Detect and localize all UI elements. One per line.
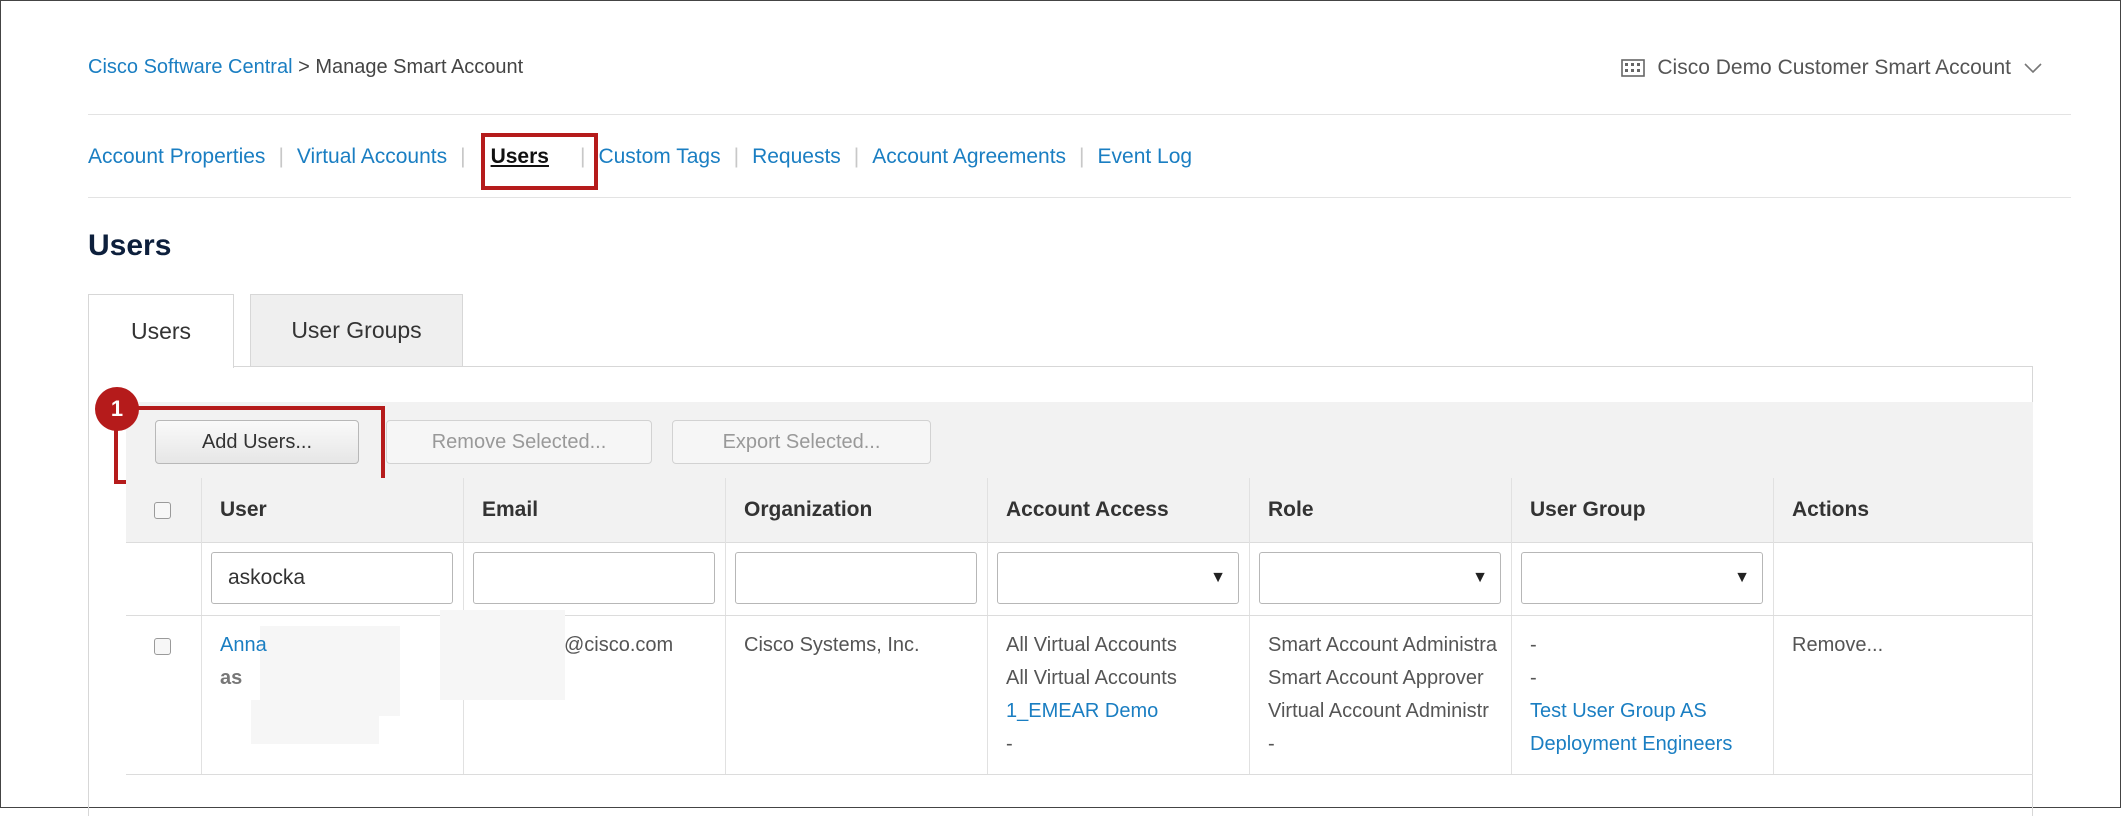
nav-separator: | <box>1079 145 1085 168</box>
email-cell: @cisco.com <box>564 634 674 656</box>
user-group-filter-select[interactable]: ▼ <box>1521 552 1763 604</box>
column-header-role[interactable]: Role <box>1268 478 1314 542</box>
user-group-link[interactable]: Test User Group AS <box>1530 695 1732 728</box>
role-item: Smart Account Approver <box>1268 667 1484 689</box>
select-all-checkbox[interactable] <box>154 502 171 519</box>
dropdown-arrow-icon: ▼ <box>1734 569 1750 586</box>
add-users-highlight <box>114 406 385 484</box>
access-item: All Virtual Accounts <box>1006 634 1177 656</box>
role-item: - <box>1268 733 1275 755</box>
nav-account-properties[interactable]: Account Properties <box>88 145 265 169</box>
column-header-organization[interactable]: Organization <box>744 478 872 542</box>
redaction-mask <box>251 700 379 744</box>
access-item: All Virtual Accounts <box>1006 667 1177 689</box>
column-header-user-group[interactable]: User Group <box>1530 478 1646 542</box>
nav-virtual-accounts[interactable]: Virtual Accounts <box>297 145 447 169</box>
redaction-mask <box>440 610 565 700</box>
smart-account-selector[interactable]: Cisco Demo Customer Smart Account <box>1621 56 2043 80</box>
building-icon <box>1621 59 1646 77</box>
role-item: Virtual Account Administr <box>1268 700 1489 722</box>
column-header-user[interactable]: User <box>220 478 267 542</box>
nav-event-log[interactable]: Event Log <box>1098 145 1193 169</box>
nav-separator: | <box>460 145 466 168</box>
dropdown-arrow-icon: ▼ <box>1472 569 1488 586</box>
user-id: as <box>220 667 243 689</box>
organization-cell: Cisco Systems, Inc. <box>744 634 920 656</box>
export-selected-button[interactable]: Export Selected... <box>672 420 931 464</box>
role-filter-select[interactable]: ▼ <box>1259 552 1501 604</box>
breadcrumb: Cisco Software Central > Manage Smart Ac… <box>88 56 523 79</box>
account-nav: Account Properties | Virtual Accounts | … <box>88 145 1192 169</box>
group-item: - <box>1530 667 1537 689</box>
chevron-down-icon <box>2024 63 2042 74</box>
account-access-filter-select[interactable]: ▼ <box>997 552 1239 604</box>
nav-account-agreements[interactable]: Account Agreements <box>872 145 1066 169</box>
tab-user-groups[interactable]: User Groups <box>250 294 463 367</box>
divider <box>88 197 2071 198</box>
role-item: Smart Account Administra <box>1268 634 1497 656</box>
user-filter-input[interactable]: askocka <box>211 552 453 604</box>
breadcrumb-current: Manage Smart Account <box>315 56 524 78</box>
access-item: - <box>1006 733 1013 755</box>
account-access-cell: All Virtual Accounts All Virtual Account… <box>1006 629 1177 761</box>
user-name-link[interactable]: Anna <box>220 629 267 662</box>
column-header-actions: Actions <box>1792 498 1870 521</box>
virtual-account-link[interactable]: 1_EMEAR Demo <box>1006 695 1177 728</box>
remove-selected-button[interactable]: Remove Selected... <box>386 420 652 464</box>
organization-filter-input[interactable] <box>735 552 977 604</box>
divider <box>88 114 2071 115</box>
email-filter-input[interactable] <box>473 552 715 604</box>
column-header-account-access[interactable]: Account Access <box>1006 478 1169 542</box>
users-nav-highlight <box>481 133 598 190</box>
user-group-link[interactable]: Deployment Engineers <box>1530 728 1732 761</box>
nav-separator: | <box>853 145 860 168</box>
step-badge: 1 <box>95 387 139 431</box>
nav-custom-tags[interactable]: Custom Tags <box>598 145 720 169</box>
nav-requests[interactable]: Requests <box>752 145 841 169</box>
nav-separator: | <box>733 145 740 168</box>
breadcrumb-root-link[interactable]: Cisco Software Central <box>88 56 293 78</box>
role-cell: Smart Account Administra Smart Account A… <box>1268 629 1508 761</box>
remove-user-link[interactable]: Remove... <box>1792 629 1883 662</box>
group-item: - <box>1530 634 1537 656</box>
breadcrumb-separator: > <box>298 56 310 78</box>
column-header-email[interactable]: Email <box>482 478 538 542</box>
nav-separator: | <box>278 145 284 168</box>
tab-users[interactable]: Users <box>88 294 234 368</box>
page-title: Users <box>88 229 172 262</box>
smart-account-name: Cisco Demo Customer Smart Account <box>1657 56 2011 79</box>
user-group-cell: - - Test User Group AS Deployment Engine… <box>1530 629 1732 761</box>
row-select-checkbox[interactable] <box>154 638 171 655</box>
dropdown-arrow-icon: ▼ <box>1210 569 1226 586</box>
